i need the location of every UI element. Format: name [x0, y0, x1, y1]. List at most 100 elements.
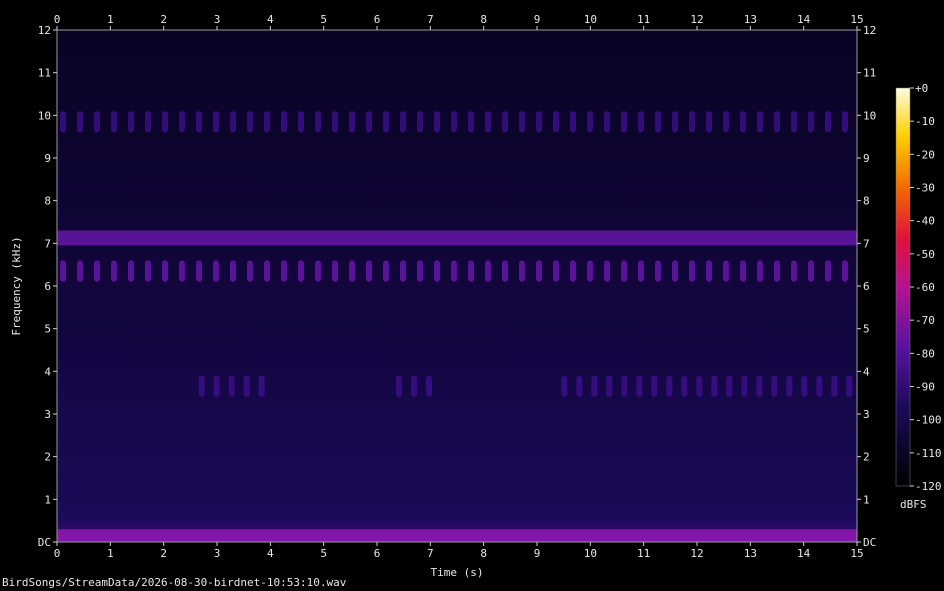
- energy-pulse: [417, 111, 423, 133]
- energy-pulse: [553, 111, 559, 133]
- y-tick-label: 4: [44, 365, 51, 378]
- x-tick-label-top: 9: [534, 13, 541, 26]
- x-tick-label-top: 3: [214, 13, 221, 26]
- x-tick-label: 1: [107, 547, 114, 560]
- energy-pulse: [696, 375, 703, 397]
- energy-pulse: [672, 111, 678, 133]
- energy-band: [57, 230, 857, 246]
- y-tick-label-right: 11: [863, 67, 876, 80]
- y-tick-label-right: 12: [863, 24, 876, 37]
- x-axis-top: 0 1 2 3 4 5 6 7 8 9 10 11 12 13 14 15: [54, 13, 864, 30]
- energy-pulse: [757, 260, 763, 282]
- energy-pulse: [621, 260, 627, 282]
- x-tick-label-top: 5: [320, 13, 327, 26]
- energy-pulse: [842, 260, 848, 282]
- y-tick-label-right: 3: [863, 408, 870, 421]
- x-tick-label: 5: [320, 547, 327, 560]
- spectrogram-figure: 0 1 2 3 4 5 6 7 8 9 10 11 12 13 14 15 0 1 2 3 4 5 6 7 8 9 10 11 12 1…: [10, 13, 942, 579]
- plot-background: [57, 30, 857, 542]
- y-tick-label-right: 10: [863, 109, 876, 122]
- x-tick-label: 0: [54, 547, 61, 560]
- y-tick-label-right: 8: [863, 195, 870, 208]
- energy-pulse: [383, 260, 389, 282]
- colorbar-tick-label: -10: [915, 115, 935, 128]
- x-tick-label-top: 2: [160, 13, 167, 26]
- x-tick-label-top: 8: [480, 13, 487, 26]
- y-tick-label: 1: [44, 493, 51, 506]
- energy-pulse: [621, 375, 628, 397]
- colorbar-tick-label: -110: [915, 447, 942, 460]
- x-tick-label: 4: [267, 547, 274, 560]
- energy-pulse: [825, 260, 831, 282]
- y-tick-label-right: 2: [863, 451, 870, 464]
- x-axis-label: Time (s): [431, 566, 484, 579]
- energy-pulse: [213, 111, 219, 133]
- energy-pulse: [801, 375, 808, 397]
- energy-pulse: [468, 111, 474, 133]
- y-axis-label: Frequency (kHz): [10, 236, 23, 335]
- energy-pulse: [502, 111, 508, 133]
- x-tick-label: 12: [690, 547, 703, 560]
- energy-pulse: [604, 111, 610, 133]
- x-tick-label-top: 7: [427, 13, 434, 26]
- energy-pulse: [636, 375, 643, 397]
- x-tick-label-top: 10: [584, 13, 597, 26]
- x-tick-label: 6: [374, 547, 381, 560]
- colorbar-tick-label: -20: [915, 148, 935, 161]
- x-tick-label: 10: [584, 547, 597, 560]
- energy-pulse: [846, 375, 853, 397]
- energy-pulse: [816, 375, 823, 397]
- y-tick-label-right: 6: [863, 280, 870, 293]
- colorbar-tick-label: -60: [915, 281, 935, 294]
- energy-pulse: [451, 111, 457, 133]
- energy-pulse: [621, 111, 627, 133]
- energy-pulse: [94, 111, 100, 133]
- energy-pulse: [198, 375, 205, 397]
- energy-pulse: [128, 260, 134, 282]
- energy-pulse: [366, 111, 372, 133]
- energy-pulse: [638, 260, 644, 282]
- colorbar-tick-label: -70: [915, 314, 935, 327]
- energy-pulse: [298, 111, 304, 133]
- colorbar-tick-label: +0: [915, 82, 928, 95]
- colorbar-tick-label: -80: [915, 347, 935, 360]
- energy-pulse: [655, 260, 661, 282]
- y-tick-label-right: 9: [863, 152, 870, 165]
- energy-pulse: [672, 260, 678, 282]
- energy-pulse: [519, 111, 525, 133]
- energy-pulse: [281, 111, 287, 133]
- colorbar-gradient: [895, 87, 911, 487]
- energy-pulse: [315, 260, 321, 282]
- energy-pulse: [774, 111, 780, 133]
- energy-pulse: [162, 260, 168, 282]
- energy-pulse: [247, 111, 253, 133]
- energy-pulse: [366, 260, 372, 282]
- y-tick-label-right: 7: [863, 237, 870, 250]
- y-axis-right: DC123456789101112: [857, 24, 876, 549]
- y-tick-label: 7: [44, 237, 51, 250]
- energy-pulse: [196, 260, 202, 282]
- energy-pulse: [94, 260, 100, 282]
- energy-pulse: [587, 260, 593, 282]
- colorbar-tick-label: -100: [915, 414, 942, 427]
- x-tick-label-top: 12: [690, 13, 703, 26]
- energy-pulse: [570, 111, 576, 133]
- energy-pulse: [468, 260, 474, 282]
- energy-pulse: [726, 375, 733, 397]
- energy-pulse: [196, 111, 202, 133]
- x-tick-label-top: 11: [637, 13, 650, 26]
- y-tick-label-right: 1: [863, 493, 870, 506]
- energy-band: [57, 529, 857, 542]
- energy-pulse: [315, 111, 321, 133]
- x-tick-label-top: 14: [797, 13, 811, 26]
- energy-pulse: [723, 260, 729, 282]
- energy-pulse: [485, 260, 491, 282]
- x-tick-label: 7: [427, 547, 434, 560]
- energy-pulse: [808, 111, 814, 133]
- energy-pulse: [411, 375, 417, 397]
- energy-pulse: [825, 111, 831, 133]
- y-tick-label: 12: [38, 24, 51, 37]
- energy-pulse: [740, 111, 746, 133]
- energy-pulse: [791, 111, 797, 133]
- energy-pulse: [228, 375, 235, 397]
